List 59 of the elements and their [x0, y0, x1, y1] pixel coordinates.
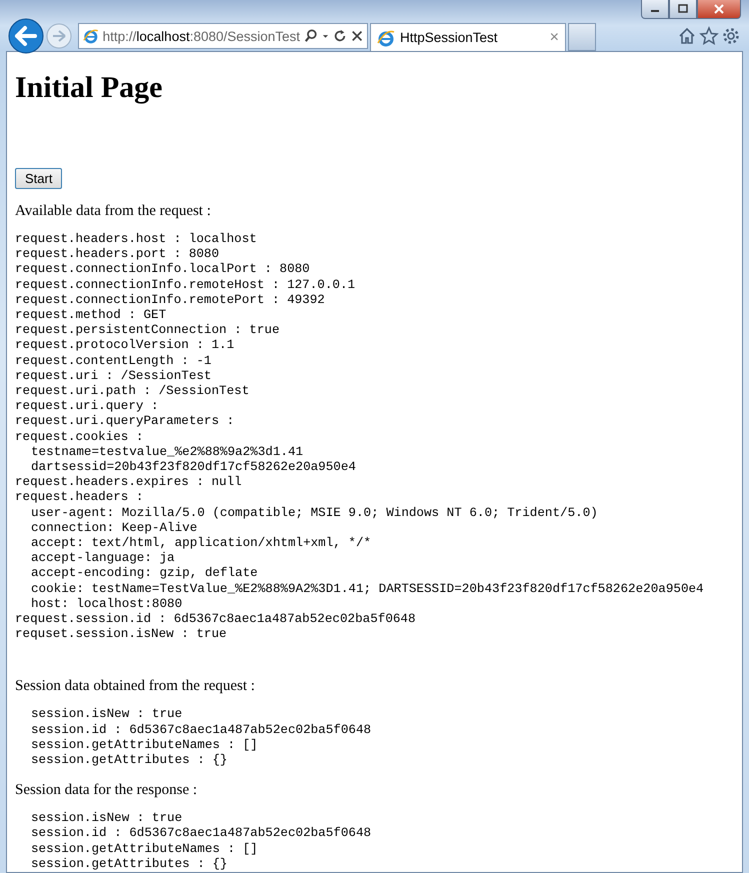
data-line: session.isNew : true	[30, 811, 184, 826]
data-line: cookie: testName=TestValue_%E2%88%9A2%3D1.41; DARTSESSID=20b43f23f820df17cf58262e20a950e4	[30, 582, 705, 597]
section-heading: Session data obtained from the request :	[15, 678, 256, 696]
data-line: user-agent: Mozilla/5.0 (compatible; MSIE 9.0; Windows NT 6.0; Trident/5.0)	[30, 506, 599, 521]
data-line: accept-language: ja	[30, 551, 176, 566]
data-line: request.uri.queryParameters :	[15, 414, 236, 430]
settings-icon[interactable]	[721, 26, 741, 46]
data-line: session.isNew : true	[30, 707, 184, 723]
data-line: session.getAttributeNames : []	[30, 842, 259, 857]
data-line: request.connectionInfo.remotePort : 49392	[15, 292, 326, 308]
data-line: accept-encoding: gzip, deflate	[30, 566, 259, 582]
data-line: request.uri : /SessionTest	[15, 368, 212, 384]
data-line: request.connectionInfo.localPort : 8080	[15, 262, 311, 278]
close-icon	[713, 4, 725, 14]
data-line: connection: Keep-Alive	[30, 520, 198, 536]
data-line: request.session.id : 6d5367c8aec1a487ab52ec02ba5f0648	[15, 612, 417, 628]
maximize-button[interactable]	[669, 0, 697, 19]
minimize-button[interactable]	[641, 0, 669, 19]
data-line: dartsessid=20b43f23f820df17cf58262e20a950e4	[30, 460, 357, 476]
address-url[interactable]: http://localhost:8080/SessionTest	[102, 28, 300, 44]
start-button[interactable]: Start	[15, 168, 62, 189]
data-line: request.protocolVersion : 1.1	[15, 338, 236, 354]
star-icon[interactable]	[699, 26, 719, 46]
tab-close-button[interactable]: ×	[550, 28, 559, 46]
browser-tab[interactable]: HttpSessionTest ×	[370, 23, 566, 51]
close-button[interactable]	[697, 0, 741, 19]
maximize-icon	[677, 4, 689, 14]
refresh-icon[interactable]	[332, 28, 347, 44]
data-line: session.id : 6d5367c8aec1a487ab52ec02ba5f0648	[30, 826, 372, 842]
data-line: session.getAttributeNames : []	[30, 738, 259, 753]
section-heading: Available data from the request :	[15, 202, 212, 220]
data-line: request.method : GET	[15, 308, 168, 324]
data-line: request.persistentConnection : true	[15, 323, 281, 338]
data-line: host: localhost:8080	[30, 596, 184, 612]
data-line: request.uri.query :	[15, 399, 160, 414]
data-line: session.getAttributes : {}	[30, 752, 228, 768]
data-line: request.headers.port : 8080	[15, 247, 220, 262]
browser-logo-icon	[83, 27, 99, 45]
section-heading: Session data for the response :	[15, 782, 198, 800]
browser-logo-icon	[377, 28, 395, 46]
data-line: request.headers.expires : null	[15, 475, 243, 490]
page-heading: Initial Page	[15, 70, 164, 106]
data-line: accept: text/html, application/xhtml+xml, */*	[30, 536, 372, 552]
data-line: session.getAttributes : {}	[30, 856, 228, 872]
data-line: request.headers :	[15, 490, 144, 506]
back-icon[interactable]	[8, 18, 44, 54]
search-icon[interactable]	[304, 28, 318, 44]
address-bar[interactable]: http://localhost:8080/SessionTest	[78, 23, 368, 49]
home-icon[interactable]	[677, 26, 697, 46]
data-line: testname=testvalue_%e2%88%9a2%3d1.41	[30, 444, 304, 460]
data-line: request.connectionInfo.remoteHost : 127.0.0.1	[15, 278, 356, 293]
data-line: session.id : 6d5367c8aec1a487ab52ec02ba5f0648	[30, 722, 372, 738]
data-line: request.headers.host : localhost	[15, 232, 258, 248]
data-line: request.cookies :	[15, 430, 144, 445]
data-line: requset.session.isNew : true	[15, 627, 228, 642]
data-line: request.uri.path : /SessionTest	[15, 384, 250, 400]
data-line: request.contentLength : -1	[15, 354, 212, 369]
stop-icon[interactable]	[350, 28, 363, 44]
tab-title: HttpSessionTest	[400, 30, 499, 45]
